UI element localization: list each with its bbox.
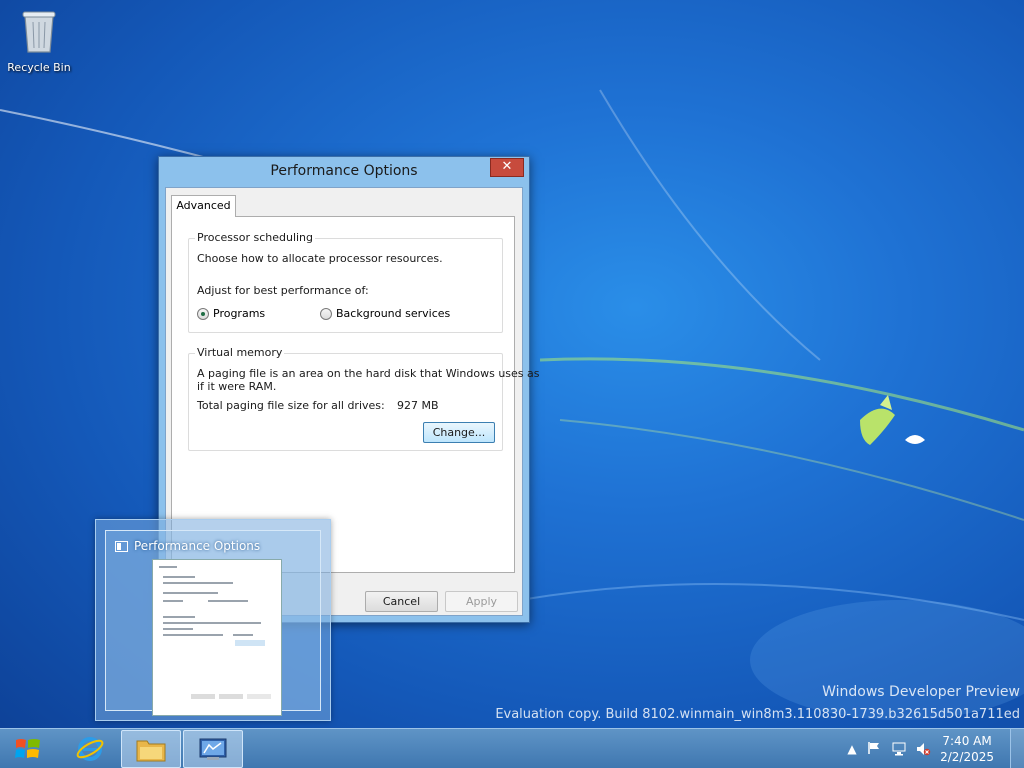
- desktop-icon-recycle-bin[interactable]: Recycle Bin: [4, 6, 74, 74]
- total-paging-file-value: 927 MB: [397, 399, 439, 412]
- close-button[interactable]: ✕: [490, 158, 524, 177]
- virtual-memory-description-line2: if it were RAM.: [197, 380, 277, 393]
- file-explorer-icon: [136, 740, 166, 762]
- show-desktop-button[interactable]: [1010, 729, 1024, 768]
- recycle-bin-label: Recycle Bin: [7, 61, 71, 74]
- bird-logo-icon: [860, 395, 925, 445]
- internet-explorer-icon: [76, 737, 104, 761]
- radio-programs[interactable]: Programs: [197, 307, 265, 320]
- performance-options-icon: [199, 738, 227, 760]
- processor-scheduling-legend: Processor scheduling: [195, 231, 316, 244]
- taskbar: ▲ 7:40 AM 2/2/2025: [0, 728, 1024, 768]
- show-hidden-icons-icon[interactable]: ▲: [844, 741, 860, 757]
- network-icon[interactable]: [891, 741, 907, 757]
- dialog-title-bar[interactable]: Performance Options ✕: [159, 157, 529, 187]
- clock-date: 2/2/2025: [940, 750, 994, 764]
- thumbnail-window-image: [152, 559, 282, 716]
- dialog-title: Performance Options: [270, 163, 418, 179]
- window-icon: [115, 541, 128, 552]
- taskbar-internet-explorer[interactable]: [60, 730, 120, 768]
- taskbar-performance-options[interactable]: [183, 730, 243, 768]
- cancel-button[interactable]: Cancel: [365, 591, 438, 612]
- radio-background-services-label: Background services: [336, 307, 451, 320]
- taskbar-thumbnail-preview[interactable]: Performance Options: [95, 519, 331, 721]
- volume-muted-icon[interactable]: [915, 741, 931, 757]
- watermark-build: Evaluation copy. Build 8102.winmain_win8…: [495, 707, 1020, 722]
- windows-logo-icon: [15, 739, 40, 758]
- thumbnail-frame: Performance Options: [105, 530, 321, 716]
- thumbnail-title: Performance Options: [134, 539, 261, 553]
- virtual-memory-description-line1: A paging file is an area on the hard dis…: [197, 367, 540, 380]
- taskbar-file-explorer[interactable]: [121, 730, 181, 768]
- processor-scheduling-group: Processor scheduling Choose how to alloc…: [188, 231, 503, 333]
- virtual-memory-group: Virtual memory A paging file is an area …: [188, 346, 540, 451]
- start-button[interactable]: [0, 729, 56, 768]
- total-paging-file-label: Total paging file size for all drives:: [197, 399, 385, 412]
- tab-advanced[interactable]: Advanced: [171, 195, 236, 217]
- action-center-flag-icon[interactable]: [866, 741, 882, 757]
- watermark-title: Windows Developer Preview: [822, 684, 1020, 700]
- radio-background-services-indicator: [320, 307, 332, 320]
- taskbar-clock[interactable]: 7:40 AM 2/2/2025: [940, 733, 994, 765]
- radio-programs-indicator: [197, 307, 209, 320]
- radio-background-services[interactable]: Background services: [320, 307, 450, 320]
- virtual-memory-legend: Virtual memory: [195, 346, 285, 359]
- adjust-performance-label: Adjust for best performance of:: [197, 284, 369, 297]
- recycle-bin-icon: [22, 11, 56, 53]
- apply-button[interactable]: Apply: [445, 591, 518, 612]
- clock-time: 7:40 AM: [942, 734, 992, 748]
- change-button[interactable]: Change...: [423, 422, 495, 443]
- radio-programs-label: Programs: [213, 307, 266, 320]
- processor-description: Choose how to allocate processor resourc…: [197, 252, 443, 265]
